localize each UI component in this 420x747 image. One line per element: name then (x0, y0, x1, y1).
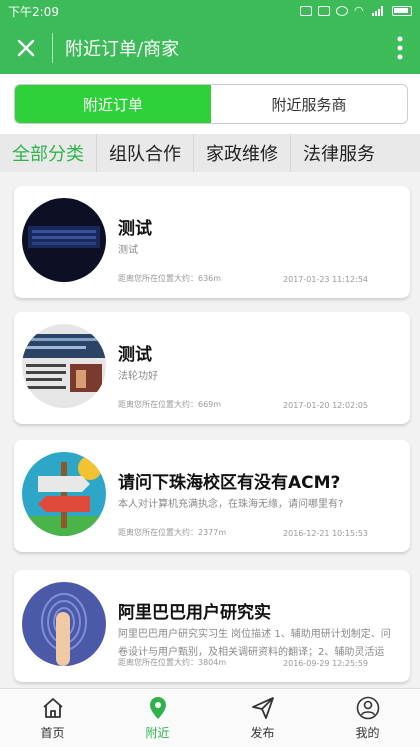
close-icon (17, 39, 35, 57)
item-date: 2016-09-29 12:25:59 (283, 659, 368, 668)
page-title: 附近订单/商家 (65, 39, 180, 60)
order-list: 测试 测试 距离您所在位置大约：636m 2017-01-23 11:12:54… (0, 172, 420, 688)
item-description: 法轮功好 (118, 371, 158, 382)
dark-pattern-image (22, 198, 106, 282)
item-title: 阿里巴巴用户研究实 (118, 603, 271, 623)
nav-nearby[interactable]: 附近 (105, 689, 210, 747)
battery-icon (392, 6, 412, 16)
nav-home[interactable]: 首页 (0, 689, 105, 747)
nav-mine[interactable]: 我的 (315, 689, 420, 747)
list-item[interactable]: 测试 测试 距离您所在位置大约：636m 2017-01-23 11:12:54 (14, 186, 410, 298)
item-thumbnail (22, 582, 106, 666)
newspaper-image (22, 324, 106, 408)
nav-publish-label: 发布 (250, 725, 275, 740)
user-icon (356, 696, 379, 719)
fingerprint-image (22, 582, 106, 666)
item-title: 请问下珠海校区有没有ACM? (118, 473, 341, 493)
category-tab-team[interactable]: 组队合作 (97, 134, 194, 172)
status-time: 下午2:09 (8, 4, 59, 19)
list-item[interactable]: 阿里巴巴用户研究实 阿里巴巴用户研究实习生 岗位描述 1、辅助用研计划制定、问卷… (14, 570, 410, 682)
item-date: 2017-01-23 11:12:54 (283, 275, 368, 284)
sim-icon (300, 6, 312, 16)
app-bar: 附近订单/商家 (0, 22, 420, 74)
segment-nearby-providers[interactable]: 附近服务商 (211, 85, 407, 123)
vibrate-icon (318, 6, 330, 16)
list-item[interactable]: 测试 法轮功好 距离您所在位置大约：669m 2017-01-20 12:02:… (14, 312, 410, 424)
category-tab-housekeeping[interactable]: 家政维修 (194, 134, 291, 172)
signal-icon (372, 6, 386, 16)
status-icons: ◠ (300, 4, 412, 17)
location-pin-icon (149, 696, 166, 719)
item-title: 测试 (118, 219, 152, 239)
send-icon (251, 696, 274, 719)
item-date: 2016-12-21 10:15:53 (283, 529, 368, 538)
item-title: 测试 (118, 345, 152, 365)
item-description: 本人对计算机充满执念，在珠海无缘，请问哪里有? (118, 499, 344, 510)
item-distance: 距离您所在位置大约：2377m (118, 528, 227, 537)
item-thumbnail (22, 198, 106, 282)
item-description: 测试 (118, 245, 138, 256)
item-date: 2017-01-20 12:02:05 (283, 401, 368, 410)
segment-nearby-orders[interactable]: 附近订单 (15, 85, 211, 123)
category-tab-all[interactable]: 全部分类 (0, 134, 97, 172)
app-bar-divider (52, 33, 53, 63)
close-button[interactable] (0, 22, 52, 74)
item-distance: 距离您所在位置大约：3804m (118, 658, 227, 667)
category-tabs: 全部分类 组队合作 家政维修 法律服务 (0, 134, 420, 172)
item-distance: 距离您所在位置大约：669m (118, 400, 222, 409)
more-button[interactable] (380, 22, 420, 74)
signpost-image (22, 452, 106, 536)
home-icon (42, 697, 63, 718)
segmented-wrapper: 附近订单 附近服务商 (0, 74, 420, 134)
item-distance: 距离您所在位置大约：636m (118, 274, 222, 283)
list-item[interactable]: 请问下珠海校区有没有ACM? 本人对计算机充满执念，在珠海无缘，请问哪里有? 距… (14, 440, 410, 552)
more-vertical-icon (397, 36, 403, 60)
segmented-control: 附近订单 附近服务商 (14, 84, 408, 124)
nav-publish[interactable]: 发布 (210, 689, 315, 747)
category-tab-legal[interactable]: 法律服务 (291, 134, 387, 172)
bottom-nav: 首页 附近 发布 我的 (0, 688, 420, 747)
nav-nearby-label: 附近 (145, 725, 170, 740)
status-bar: 下午2:09 ◠ (0, 0, 420, 22)
nav-home-label: 首页 (40, 725, 65, 740)
alarm-icon (336, 6, 348, 16)
wifi-icon: ◠ (354, 4, 364, 17)
item-thumbnail (22, 324, 106, 408)
item-thumbnail (22, 452, 106, 536)
nav-mine-label: 我的 (355, 725, 380, 740)
